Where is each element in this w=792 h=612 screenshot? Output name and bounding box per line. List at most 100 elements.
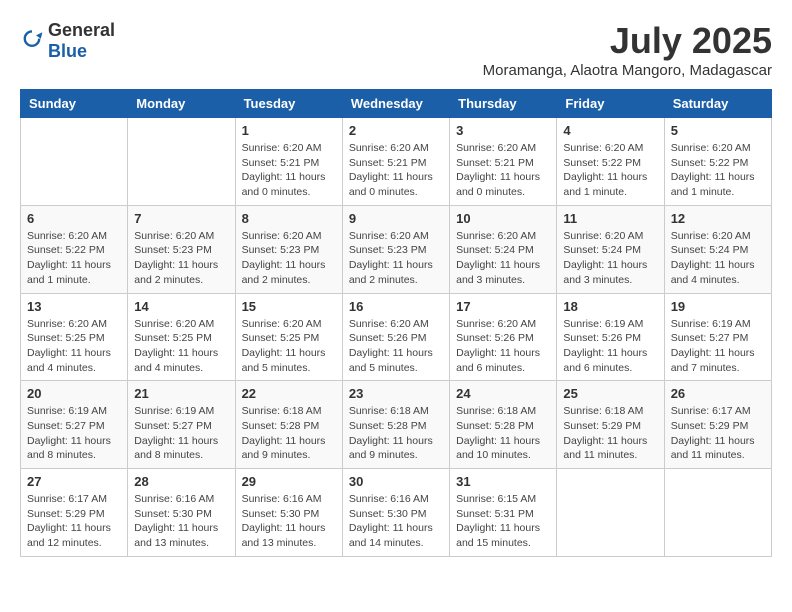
logo-general: General [48, 20, 115, 40]
weekday-wednesday: Wednesday [342, 90, 449, 118]
day-number: 23 [349, 386, 443, 401]
day-cell: 2Sunrise: 6:20 AM Sunset: 5:21 PM Daylig… [342, 118, 449, 206]
day-cell: 20Sunrise: 6:19 AM Sunset: 5:27 PM Dayli… [21, 381, 128, 469]
day-info: Sunrise: 6:20 AM Sunset: 5:24 PM Dayligh… [563, 229, 657, 288]
day-cell: 13Sunrise: 6:20 AM Sunset: 5:25 PM Dayli… [21, 293, 128, 381]
day-number: 3 [456, 123, 550, 138]
weekday-friday: Friday [557, 90, 664, 118]
weekday-sunday: Sunday [21, 90, 128, 118]
location-title: Moramanga, Alaotra Mangoro, Madagascar [483, 62, 772, 79]
day-cell [21, 118, 128, 206]
day-cell: 10 Sunrise: 6:20 AM Sunset: 5:24 PM Dayli… [450, 205, 557, 293]
day-info: Sunrise: 6:19 AM Sunset: 5:27 PM Dayligh… [134, 404, 228, 463]
day-info: Sunrise: 6:20 AM Sunset: 5:21 PM Dayligh… [349, 141, 443, 200]
week-row-5: 27 Sunrise: 6:17 AM Sunset: 5:29 PM Dayli… [21, 469, 772, 557]
day-cell: 15 Sunrise: 6:20 AM Sunset: 5:25 PM Dayli… [235, 293, 342, 381]
day-number: 8 [242, 211, 336, 226]
day-number: 29 [242, 474, 336, 489]
day-number: 11 [563, 211, 657, 226]
day-cell: 12 Sunrise: 6:20 AM Sunset: 5:24 PM Dayli… [664, 205, 771, 293]
day-number: 18 [563, 299, 657, 314]
day-number: 7 [134, 211, 228, 226]
week-row-1: 1 Sunrise: 6:20 AM Sunset: 5:21 PM Daylig… [21, 118, 772, 206]
day-number: 17 [456, 299, 550, 314]
logo-blue: Blue [48, 41, 87, 61]
day-info: Sunrise: 6:20 AM Sunset: 5:21 PM Dayligh… [456, 141, 550, 200]
day-cell [557, 469, 664, 557]
day-cell: 16 Sunrise: 6:20 AM Sunset: 5:26 PM Dayli… [342, 293, 449, 381]
day-info: Sunrise: 6:16 AM Sunset: 5:30 PM Dayligh… [242, 492, 336, 551]
week-row-2: 6 Sunrise: 6:20 AM Sunset: 5:22 PM Daylig… [21, 205, 772, 293]
day-info: Sunrise: 6:17 AM Sunset: 5:29 PM Dayligh… [671, 404, 765, 463]
day-cell: 27 Sunrise: 6:17 AM Sunset: 5:29 PM Dayli… [21, 469, 128, 557]
weekday-saturday: Saturday [664, 90, 771, 118]
day-number: 25 [563, 386, 657, 401]
day-number: 27 [27, 474, 121, 489]
day-number: 1 [242, 123, 336, 138]
day-cell: 30 Sunrise: 6:16 AM Sunset: 5:30 PM Dayli… [342, 469, 449, 557]
day-number: 6 [27, 211, 121, 226]
day-number: 14 [134, 299, 228, 314]
day-info: Sunrise: 6:19 AM Sunset: 5:26 PM Dayligh… [563, 317, 657, 376]
day-cell: 18 Sunrise: 6:19 AM Sunset: 5:26 PM Dayli… [557, 293, 664, 381]
day-info: Sunrise: 6:18 AM Sunset: 5:28 PM Dayligh… [456, 404, 550, 463]
weekday-thursday: Thursday [450, 90, 557, 118]
month-title: July 2025 [483, 20, 772, 62]
weekday-header-row: SundayMondayTuesdayWednesdayThursdayFrid… [21, 90, 772, 118]
day-info: Sunrise: 6:20 AM Sunset: 5:26 PM Dayligh… [349, 317, 443, 376]
day-cell: 8 Sunrise: 6:20 AM Sunset: 5:23 PM Daylig… [235, 205, 342, 293]
calendar: SundayMondayTuesdayWednesdayThursdayFrid… [20, 89, 772, 557]
day-number: 12 [671, 211, 765, 226]
day-info: Sunrise: 6:20 AM Sunset: 5:23 PM Dayligh… [242, 229, 336, 288]
day-info: Sunrise: 6:20 AM Sunset: 5:24 PM Dayligh… [456, 229, 550, 288]
day-info: Sunrise: 6:20 AM Sunset: 5:21 PM Dayligh… [242, 141, 336, 200]
day-cell: 29 Sunrise: 6:16 AM Sunset: 5:30 PM Dayli… [235, 469, 342, 557]
day-number: 4 [563, 123, 657, 138]
day-number: 22 [242, 386, 336, 401]
day-number: 9 [349, 211, 443, 226]
day-number: 16 [349, 299, 443, 314]
day-info: Sunrise: 6:18 AM Sunset: 5:28 PM Dayligh… [349, 404, 443, 463]
week-row-3: 13Sunrise: 6:20 AM Sunset: 5:25 PM Dayli… [21, 293, 772, 381]
day-number: 30 [349, 474, 443, 489]
day-info: Sunrise: 6:16 AM Sunset: 5:30 PM Dayligh… [134, 492, 228, 551]
day-cell [664, 469, 771, 557]
logo-text: General Blue [48, 20, 115, 62]
day-number: 28 [134, 474, 228, 489]
day-cell: 24Sunrise: 6:18 AM Sunset: 5:28 PM Dayli… [450, 381, 557, 469]
day-info: Sunrise: 6:20 AM Sunset: 5:25 PM Dayligh… [134, 317, 228, 376]
day-info: Sunrise: 6:20 AM Sunset: 5:22 PM Dayligh… [27, 229, 121, 288]
day-number: 26 [671, 386, 765, 401]
day-info: Sunrise: 6:19 AM Sunset: 5:27 PM Dayligh… [671, 317, 765, 376]
day-info: Sunrise: 6:20 AM Sunset: 5:23 PM Dayligh… [134, 229, 228, 288]
logo-icon [20, 29, 44, 53]
day-info: Sunrise: 6:20 AM Sunset: 5:25 PM Dayligh… [242, 317, 336, 376]
day-number: 15 [242, 299, 336, 314]
day-info: Sunrise: 6:20 AM Sunset: 5:22 PM Dayligh… [671, 141, 765, 200]
day-cell: 23 Sunrise: 6:18 AM Sunset: 5:28 PM Dayli… [342, 381, 449, 469]
day-cell: 3 Sunrise: 6:20 AM Sunset: 5:21 PM Daylig… [450, 118, 557, 206]
title-area: July 2025 Moramanga, Alaotra Mangoro, Ma… [483, 20, 772, 79]
day-cell [128, 118, 235, 206]
day-cell: 4 Sunrise: 6:20 AM Sunset: 5:22 PM Daylig… [557, 118, 664, 206]
day-info: Sunrise: 6:18 AM Sunset: 5:28 PM Dayligh… [242, 404, 336, 463]
day-info: Sunrise: 6:17 AM Sunset: 5:29 PM Dayligh… [27, 492, 121, 551]
day-info: Sunrise: 6:15 AM Sunset: 5:31 PM Dayligh… [456, 492, 550, 551]
day-cell: 14 Sunrise: 6:20 AM Sunset: 5:25 PM Dayli… [128, 293, 235, 381]
day-cell: 28 Sunrise: 6:16 AM Sunset: 5:30 PM Dayli… [128, 469, 235, 557]
day-info: Sunrise: 6:20 AM Sunset: 5:23 PM Dayligh… [349, 229, 443, 288]
day-cell: 25 Sunrise: 6:18 AM Sunset: 5:29 PM Dayli… [557, 381, 664, 469]
day-number: 31 [456, 474, 550, 489]
day-info: Sunrise: 6:18 AM Sunset: 5:29 PM Dayligh… [563, 404, 657, 463]
day-cell: 21 Sunrise: 6:19 AM Sunset: 5:27 PM Dayli… [128, 381, 235, 469]
weekday-tuesday: Tuesday [235, 90, 342, 118]
day-info: Sunrise: 6:16 AM Sunset: 5:30 PM Dayligh… [349, 492, 443, 551]
day-cell: 19Sunrise: 6:19 AM Sunset: 5:27 PM Dayli… [664, 293, 771, 381]
day-cell: 26 Sunrise: 6:17 AM Sunset: 5:29 PM Dayli… [664, 381, 771, 469]
day-info: Sunrise: 6:20 AM Sunset: 5:24 PM Dayligh… [671, 229, 765, 288]
day-number: 10 [456, 211, 550, 226]
day-cell: 9 Sunrise: 6:20 AM Sunset: 5:23 PM Daylig… [342, 205, 449, 293]
day-number: 21 [134, 386, 228, 401]
day-info: Sunrise: 6:20 AM Sunset: 5:22 PM Dayligh… [563, 141, 657, 200]
day-cell: 17Sunrise: 6:20 AM Sunset: 5:26 PM Dayli… [450, 293, 557, 381]
